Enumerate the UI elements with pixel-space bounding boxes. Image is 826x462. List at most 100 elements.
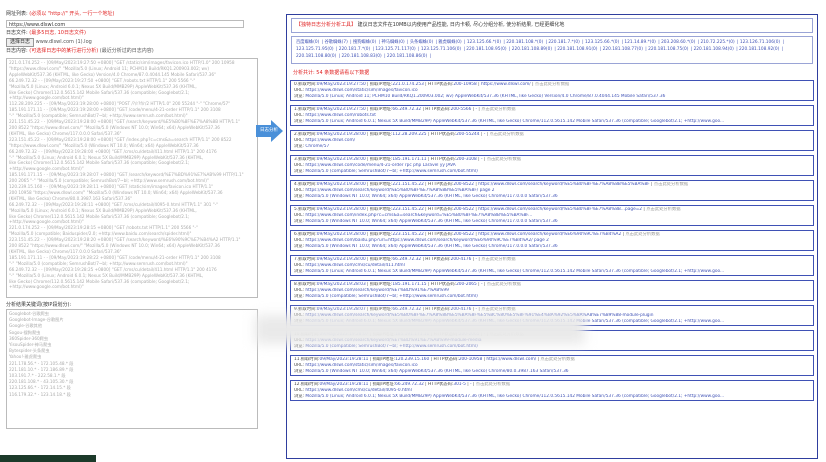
analyze-link[interactable]: 点击此处分析数据 [540,357,574,362]
record-ip[interactable]: 66.249.72.32 [395,382,424,387]
url-key: URL: [294,187,304,193]
ip-key: 抓取IP地址: [369,131,393,137]
log-textarea[interactable]: 221.0.174.252 - - [09/May/2023:19:27:50 … [6,58,258,298]
record-url[interactable]: https://www.dlswl.com/ [305,138,355,143]
analyze-link[interactable]: 点击此处分析数据 [625,232,659,237]
record-url[interactable]: https://www.dlswl.com/static/sim/images/… [305,88,417,93]
record-referer[interactable]: - [475,257,477,262]
category-link[interactable]: 220.181.108.83(0) [341,54,381,59]
category-link[interactable]: 123.125.66.*(0) [585,40,619,45]
category-link[interactable]: 220.181.108.95(0) [466,47,506,52]
category-link[interactable]: 121.14.89.*(0) [624,40,655,45]
record-referer[interactable]: https://www.dlswl.com/ [486,357,536,362]
keyword-list-item: 116.179.32.* - 123.14.18.* 段 [9,391,71,397]
record-referer[interactable]: - [475,107,477,112]
log-record: 3.抓取时间:09/May/2023:19:28:00 | 抓取IP地址:185… [290,154,814,176]
record-url[interactable]: https://www.dlswl.com/code/menu/4-21-ord… [305,163,455,168]
record-url[interactable]: https://www.dlswl.com/cms/cu/detail/4095… [305,388,411,393]
analyze-link[interactable]: 点击此处分析数据 [481,257,515,262]
log-line: 185.191.171.11 - - [09/May/2023:19:28:22… [9,254,221,260]
record-time: 09/May/2023:19:27:50 [316,81,366,87]
category-link[interactable]: 123.125.71.95(0) [296,47,334,52]
record-referer[interactable]: https://www.dlswl.com/search/keyword/%E5… [478,182,649,187]
category-link[interactable]: 220.181.108.75(0) [648,47,688,52]
category-link[interactable]: 220.181.108.*(0) [506,40,543,45]
record-url[interactable]: https://www.dlswl.com/cms/cu/detail/411.… [305,263,404,268]
record-url[interactable]: https://www.dlswl.com/robots.txt [305,113,376,118]
record-url[interactable]: https://www.dlswl.com/search/keyword/%E5… [305,188,494,193]
record-referer[interactable]: - [481,282,483,287]
file-select-row: 选择日志 www.dlswl.com (1).log [6,38,256,47]
record-ip[interactable]: 120.239.15.160 [395,357,429,362]
category-link[interactable]: 头条蜘蛛(0) [410,40,433,45]
record-referer[interactable]: https://www.dlswl.com/ [481,82,531,87]
select-file-button[interactable]: 选择日志 [6,38,35,47]
category-link[interactable]: 搜狗蜘蛛(0) [353,40,376,45]
category-link[interactable]: 220.181.108.89(0) [512,47,552,52]
record-ip[interactable]: 185.191.171.15 [392,282,426,287]
url-key: URL: [294,262,304,268]
analyze-link[interactable]: 点击此处分析数据 [476,382,510,387]
record-url[interactable]: https://www.dlswl.com/search/keyword/%E7… [305,288,449,293]
analyze-link[interactable]: 点击此处分析数据 [487,282,521,287]
category-link[interactable]: 123.125.71.106(0) [421,47,461,52]
time-key: 抓取时间: [298,256,317,262]
log-record: 5.抓取时间:09/May/2023:19:28:00 | 抓取IP地址:223… [290,204,814,226]
analyze-link[interactable]: 点击此处分析数据 [487,157,521,162]
category-link[interactable]: 百度蜘蛛(0) [296,40,319,45]
record-referer[interactable]: - [475,307,477,312]
category-link[interactable]: 123.125.66.*(0) [467,40,501,45]
analyze-link[interactable]: 点击此处分析数据 [481,107,515,112]
record-ip[interactable]: 221.0.174.253 [392,82,423,87]
analyze-label[interactable]: 日志分析 [259,126,279,135]
log-record: 7.抓取时间:09/May/2023:19:28:00 | 抓取IP地址:66.… [290,254,814,276]
record-ua: Mozilla/5.0 (compatible; SemrushBot/7~bl… [305,294,478,300]
analyze-link[interactable]: 点击此处分析数据 [654,182,688,187]
category-link[interactable]: 220.181.108.80(0) [296,54,336,59]
record-ip[interactable]: 112.28.209.225 [392,132,426,137]
category-link[interactable]: 雅虎蜘蛛(0) [438,40,461,45]
result-summary: 分析共计: 54 条数据请看以下数据 [293,69,370,76]
blurred-region [255,315,585,344]
record-url[interactable]: https://www.dlswl.com/index.php?c=cms&a=… [305,213,532,218]
ip-key: 抓取IP地址: [372,356,396,362]
category-link[interactable]: 210.72.225.*(0) [700,40,734,45]
category-link[interactable]: 220.181.108.91(0) [557,47,597,52]
category-link[interactable]: 220.181.108.92(0) [739,47,779,52]
record-referer[interactable]: https://www.dlswl.com/search/keyword/%E5… [478,207,642,212]
record-ip[interactable]: 223.151.45.22 [392,207,423,212]
record-referer[interactable]: - [470,382,472,387]
category-link[interactable]: 203.208.60.*(0) [661,40,695,45]
analyze-link[interactable]: 点击此处分析数据 [489,132,523,137]
record-referer[interactable]: https://www.dlswl.com/search/keyword/%E6… [478,232,621,237]
analyze-link[interactable]: 点击此处分析数据 [535,82,569,87]
record-ip[interactable]: 221.151.45.22 [392,182,423,187]
category-link[interactable]: 123.126.71.106(0) [740,40,780,45]
keyword-list-textarea[interactable]: Googlebot-谷歌爬虫 Googlebot-Image-谷歌图片 Google… [6,309,258,429]
record-referer[interactable]: - [484,132,486,137]
category-link[interactable]: 谷歌蜘蛛(7) [324,40,347,45]
category-link[interactable]: 123.125.71.117(0) [375,47,415,52]
category-link[interactable]: 220.181.108.94(0) [694,47,734,52]
category-link[interactable]: 神马蜘蛛(0) [381,40,404,45]
record-ua: Mozilla/5.0 (compatible; SemrushBot/7~bl… [305,169,478,175]
record-ip[interactable]: 223.151.45.22 [392,232,423,237]
record-url[interactable]: https://www.dlswl.com/baidu.php?url=http… [305,238,549,243]
record-ip[interactable]: 66.249.72.32 [392,307,421,312]
ip-key: 抓取IP地址: [369,256,393,262]
url-input[interactable]: https://www.dlswl.com [6,20,244,28]
analyze-link[interactable]: 点击此处分析数据 [646,207,680,212]
code-key: HTTP状态码: [428,81,454,87]
record-ip[interactable]: 185.191.171.11 [392,157,426,162]
analyze-link[interactable]: 点击此处分析数据 [481,307,515,312]
category-link[interactable]: 220.181.7.*(0) [339,47,370,52]
category-link[interactable]: 220.181.108.86(0) [387,54,427,59]
record-referer[interactable]: - [481,157,483,162]
category-link[interactable]: 220.181.108.77(0) [603,47,643,52]
code-key: HTTP状态码: [430,131,457,137]
record-ip[interactable]: 66.249.72.32 [392,107,421,112]
record-url[interactable]: https://www.dlswl.com/static/sim/images/… [305,363,417,368]
category-link[interactable]: 220.181.7.*(0) [548,40,579,45]
ua-key: 浏览: [294,244,305,250]
record-ip[interactable]: 66.249.72.32 [392,257,421,262]
